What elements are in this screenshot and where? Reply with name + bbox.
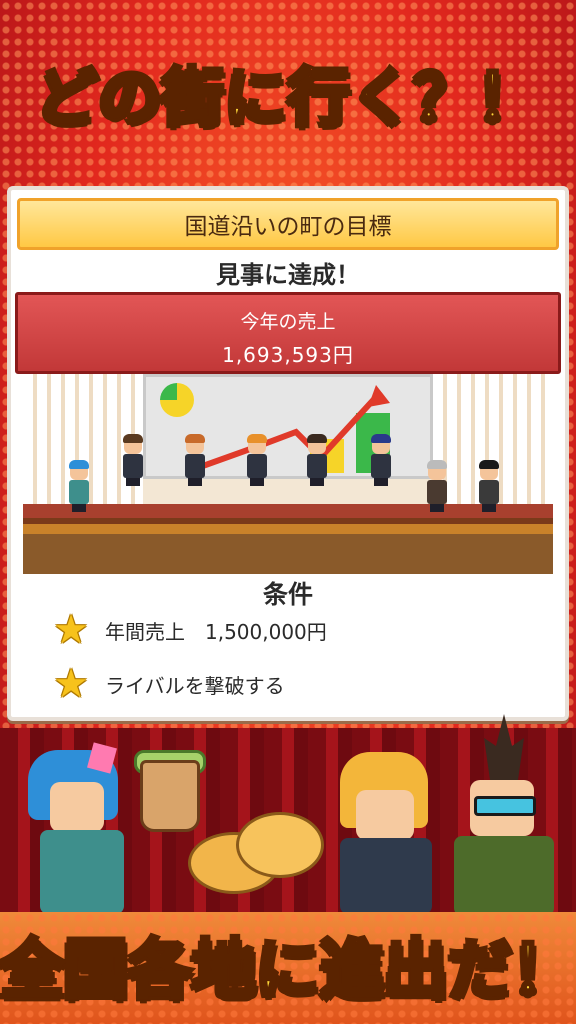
condition-text: ライバルを撃破する — [105, 673, 285, 698]
bun-icon — [236, 812, 324, 878]
achieved-text: 見事に達成！ — [216, 260, 360, 289]
star-icon: ★ — [53, 661, 89, 707]
glasses-icon — [474, 796, 536, 816]
condition-item: ★ ライバルを撃破する — [51, 664, 285, 704]
headline-text: どの街に行く？！ — [34, 58, 541, 135]
employee-sprite — [67, 460, 91, 512]
star-icon: ★ — [53, 607, 89, 653]
employee-sprite — [369, 434, 393, 486]
conditions-title: 条件 — [262, 580, 313, 609]
blonde-character-face — [356, 790, 414, 840]
condition-text: 年間売上 1,500,000円 — [105, 619, 327, 644]
blonde-character-body — [340, 838, 432, 914]
bubble-tea-icon — [140, 760, 200, 832]
girl-character-body — [40, 830, 124, 914]
rival-sprite — [477, 460, 501, 512]
employee-sprite — [305, 434, 329, 486]
footer-banner: 全国各地に進出だ！ — [0, 904, 576, 1024]
employee-sprite — [245, 434, 269, 486]
girl-character-face — [50, 782, 104, 832]
headline-banner: どの街に行く？！ — [0, 26, 576, 156]
sales-label: 今年の売上 — [240, 311, 336, 333]
footer-text: 全国各地に進出だ！ — [0, 931, 576, 1009]
goal-panel: 国道沿いの町の目標 見事に達成！ 今年の売上 1,693,593円 条件 ★ 年… — [7, 186, 569, 721]
sales-box: 今年の売上 1,693,593円 — [15, 292, 561, 374]
elder-sprite — [425, 460, 449, 512]
employee-sprite — [183, 434, 207, 486]
employee-sprite — [121, 434, 145, 486]
sales-value: 1,693,593円 — [222, 343, 354, 367]
office-scene-illustration — [23, 374, 553, 574]
panel-title: 国道沿いの町の目標 — [17, 198, 559, 250]
condition-item: ★ 年間売上 1,500,000円 — [51, 610, 327, 650]
stage-floor — [23, 504, 553, 574]
